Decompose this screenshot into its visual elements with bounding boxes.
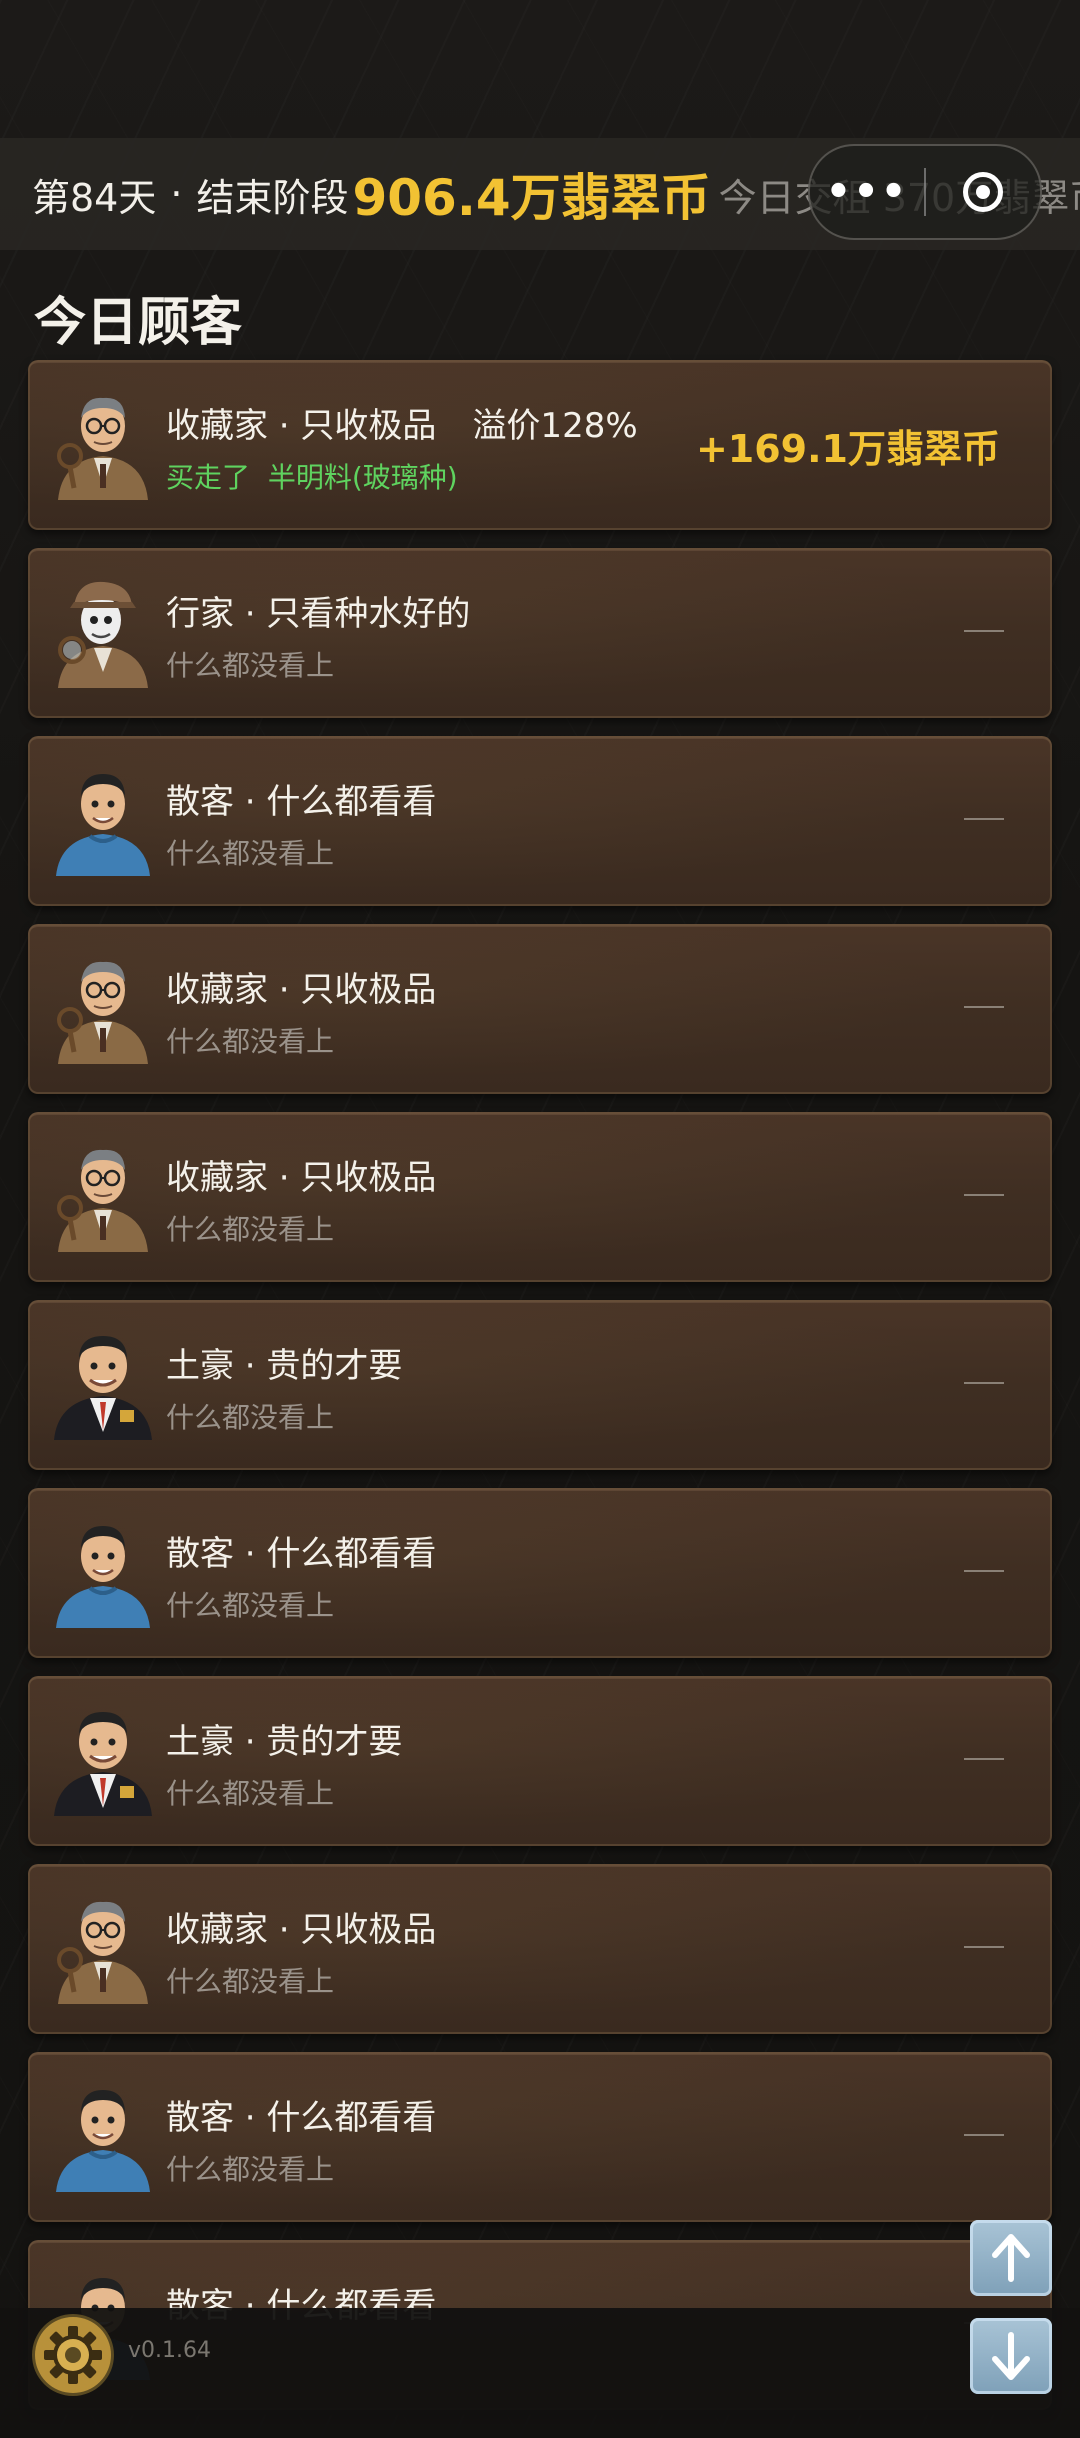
day-counter: 第84天 [32,175,157,220]
collector-avatar [57,1149,148,1252]
reward-amount: +169.1万翡翠币 [695,427,1000,471]
purchase-info: 买走了 半明料(玻璃种) [166,461,458,494]
premium-label: 溢价128% [472,406,638,446]
customer-status: 什么都没看上 [166,1965,335,1998]
customer-card[interactable]: 散客 · 什么都看看 什么都没看上 [28,736,1052,906]
section-title: 今日顾客 [34,293,243,353]
rich-avatar [54,1336,152,1440]
more-dots-icon[interactable]: ••• [810,169,924,215]
gear-icon [32,2314,114,2396]
customer-title: 收藏家 · 只收极品 [166,1910,437,1950]
customer-title: 行家 · 只看种水好的 [166,594,471,634]
customer-status: 什么都没看上 [166,2153,335,2186]
customer-card[interactable]: 散客 · 什么都看看 什么都没看上 [28,1488,1052,1658]
customer-card[interactable]: 收藏家 · 只收极品 什么都没看上 [28,924,1052,1094]
version-label: v0.1.64 [128,2338,211,2363]
customer-status: 什么都没看上 [166,1589,335,1622]
customer-card[interactable]: 收藏家 · 只收极品 溢价128% 买走了 半明料(玻璃种) +169.1万翡翠币 [28,360,1052,530]
no-sale-dash [964,1006,1004,1008]
no-sale-dash [964,1382,1004,1384]
customer-title: 收藏家 · 只收极品 [166,1158,437,1198]
customer-title: 土豪 · 贵的才要 [166,1722,403,1762]
customer-status: 什么都没看上 [166,649,335,682]
bottom-bar [0,2308,1080,2438]
no-sale-dash [964,1570,1004,1572]
customer-title: 土豪 · 贵的才要 [166,1346,403,1386]
customer-status: 什么都没看上 [166,1213,335,1246]
close-miniprogram-button[interactable] [926,172,1040,212]
customer-title: 收藏家 · 只收极品 [166,970,437,1010]
no-sale-dash [964,1946,1004,1948]
no-sale-dash [964,630,1004,632]
customer-card[interactable]: 收藏家 · 只收极品 什么都没看上 [28,1864,1052,2034]
customer-title: 散客 · 什么都看看 [166,1534,437,1574]
money-balance: 906.4万翡翠币 [352,169,711,227]
customer-card[interactable]: 散客 · 什么都看看 什么都没看上 [28,2052,1052,2222]
customer-status: 什么都没看上 [166,1401,335,1434]
scroll-down-button[interactable] [970,2318,1052,2394]
settings-button[interactable] [30,2312,116,2398]
customer-card[interactable]: 行家 · 只看种水好的 什么都没看上 [28,548,1052,718]
no-sale-dash [964,1194,1004,1196]
collector-avatar [57,1901,148,2004]
no-sale-dash [964,818,1004,820]
casual-avatar [56,2090,150,2192]
rich-avatar [54,1712,152,1816]
casual-avatar [56,774,150,876]
status-separator: · [170,172,183,216]
arrow-up-icon [992,2234,1030,2282]
arrow-down-icon [992,2332,1030,2380]
customer-status: 什么都没看上 [166,1025,335,1058]
expert-avatar [58,581,148,688]
collector-avatar [57,961,148,1064]
customer-card[interactable]: 土豪 · 贵的才要 什么都没看上 [28,1676,1052,1846]
customer-status: 什么都没看上 [166,837,335,870]
customer-status: 什么都没看上 [166,1777,335,1810]
customer-card[interactable]: 土豪 · 贵的才要 什么都没看上 [28,1300,1052,1470]
miniprogram-capsule: ••• [808,144,1042,240]
target-circle-icon [963,172,1003,212]
scroll-up-button[interactable] [970,2220,1052,2296]
casual-avatar [56,1526,150,1628]
no-sale-dash [964,2134,1004,2136]
customer-card[interactable]: 收藏家 · 只收极品 什么都没看上 [28,1112,1052,1282]
customer-list: 收藏家 · 只收极品 溢价128% 买走了 半明料(玻璃种) +169.1万翡翠币… [28,360,1052,2428]
phase-label: 结束阶段 [196,175,349,220]
customer-title: 散客 · 什么都看看 [166,2098,437,2138]
customer-title: 收藏家 · 只收极品 溢价128% [166,406,638,446]
collector-avatar [57,397,148,500]
customer-title: 散客 · 什么都看看 [166,782,437,822]
no-sale-dash [964,1758,1004,1760]
